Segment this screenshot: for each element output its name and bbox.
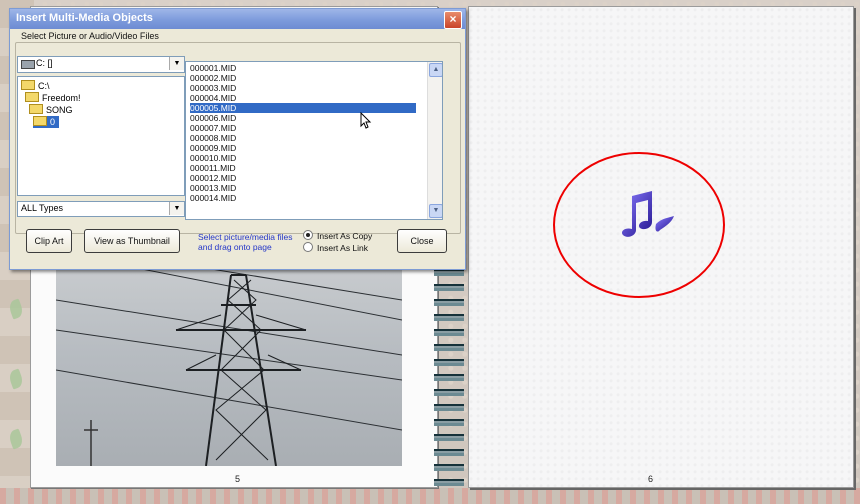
file-type-select[interactable]: ALL Types ▼: [17, 201, 185, 217]
power-tower-image: [56, 260, 402, 466]
file-item[interactable]: 000013.MID: [190, 183, 416, 193]
directory-label: SONG: [46, 105, 73, 115]
insert-as-link-label: Insert As Link: [317, 243, 369, 253]
drive-icon: [21, 60, 35, 69]
page-number-right: 6: [648, 474, 654, 484]
file-list-scrollbar[interactable]: ▲ ▼: [427, 62, 442, 219]
drag-hint-text: Select picture/media files and drag onto…: [198, 232, 293, 252]
insert-as-link-option[interactable]: Insert As Link: [303, 242, 368, 253]
album-bottom-border: [0, 488, 860, 504]
file-item[interactable]: 000008.MID: [190, 133, 416, 143]
folder-open-icon: [29, 104, 43, 114]
file-item[interactable]: 000009.MID: [190, 143, 416, 153]
group-label: Select Picture or Audio/Video Files: [19, 31, 161, 41]
directory-item[interactable]: Freedom!: [25, 92, 83, 104]
scroll-up-icon[interactable]: ▲: [429, 63, 442, 77]
directory-item[interactable]: C:\: [21, 80, 52, 92]
file-item[interactable]: 000001.MID: [190, 63, 416, 73]
file-type-value: ALL Types: [21, 203, 64, 213]
insert-as-copy-option[interactable]: Insert As Copy: [303, 230, 372, 241]
folder-open-icon: [33, 116, 47, 126]
radio-unselected-icon[interactable]: [303, 242, 313, 252]
file-item[interactable]: 000010.MID: [190, 153, 416, 163]
leaf-decoration: [7, 368, 25, 390]
directory-label: C:\: [38, 81, 50, 91]
spiral-binding: [434, 250, 464, 486]
leaf-decoration: [7, 298, 25, 320]
folder-open-icon: [25, 92, 39, 102]
radio-selected-icon[interactable]: [303, 230, 313, 240]
directory-item-selected[interactable]: 0: [33, 116, 59, 128]
drive-select[interactable]: C: [] ▼: [17, 56, 185, 73]
close-button[interactable]: Close: [397, 229, 447, 253]
power-tower-photo[interactable]: [56, 260, 402, 466]
clip-art-button[interactable]: Clip Art: [26, 229, 72, 253]
dialog-title: Insert Multi-Media Objects: [16, 12, 153, 24]
dialog-titlebar[interactable]: Insert Multi-Media Objects ×: [10, 9, 465, 29]
file-item[interactable]: 000012.MID: [190, 173, 416, 183]
directory-list[interactable]: C:\ Freedom! SONG 0: [17, 76, 185, 196]
file-item[interactable]: 000007.MID: [190, 123, 416, 133]
file-item[interactable]: 000011.MID: [190, 163, 416, 173]
view-as-thumbnail-button[interactable]: View as Thumbnail: [84, 229, 180, 253]
chevron-down-icon[interactable]: ▼: [169, 202, 184, 215]
close-icon[interactable]: ×: [444, 11, 462, 29]
file-item[interactable]: 000006.MID: [190, 113, 416, 123]
directory-item[interactable]: SONG: [29, 104, 75, 116]
folder-open-icon: [21, 80, 35, 90]
insert-as-copy-label: Insert As Copy: [317, 231, 373, 241]
file-list[interactable]: 000001.MID 000002.MID 000003.MID 000004.…: [185, 61, 443, 220]
file-item[interactable]: 000002.MID: [190, 73, 416, 83]
file-item[interactable]: 000014.MID: [190, 193, 416, 203]
chevron-down-icon[interactable]: ▼: [169, 57, 184, 70]
directory-label: Freedom!: [42, 93, 81, 103]
leaf-decoration: [7, 428, 25, 450]
file-item[interactable]: 000004.MID: [190, 93, 416, 103]
file-item[interactable]: 000003.MID: [190, 83, 416, 93]
page-number-left: 5: [235, 474, 241, 484]
mouse-cursor-icon: [360, 112, 372, 129]
file-item-selected[interactable]: 000005.MID: [190, 103, 416, 113]
insert-multimedia-dialog: Insert Multi-Media Objects × Select Pict…: [9, 8, 466, 270]
scroll-down-icon[interactable]: ▼: [429, 204, 442, 218]
drive-value: C: []: [36, 58, 53, 68]
directory-label: 0: [50, 117, 56, 127]
highlight-circle: [553, 152, 725, 298]
